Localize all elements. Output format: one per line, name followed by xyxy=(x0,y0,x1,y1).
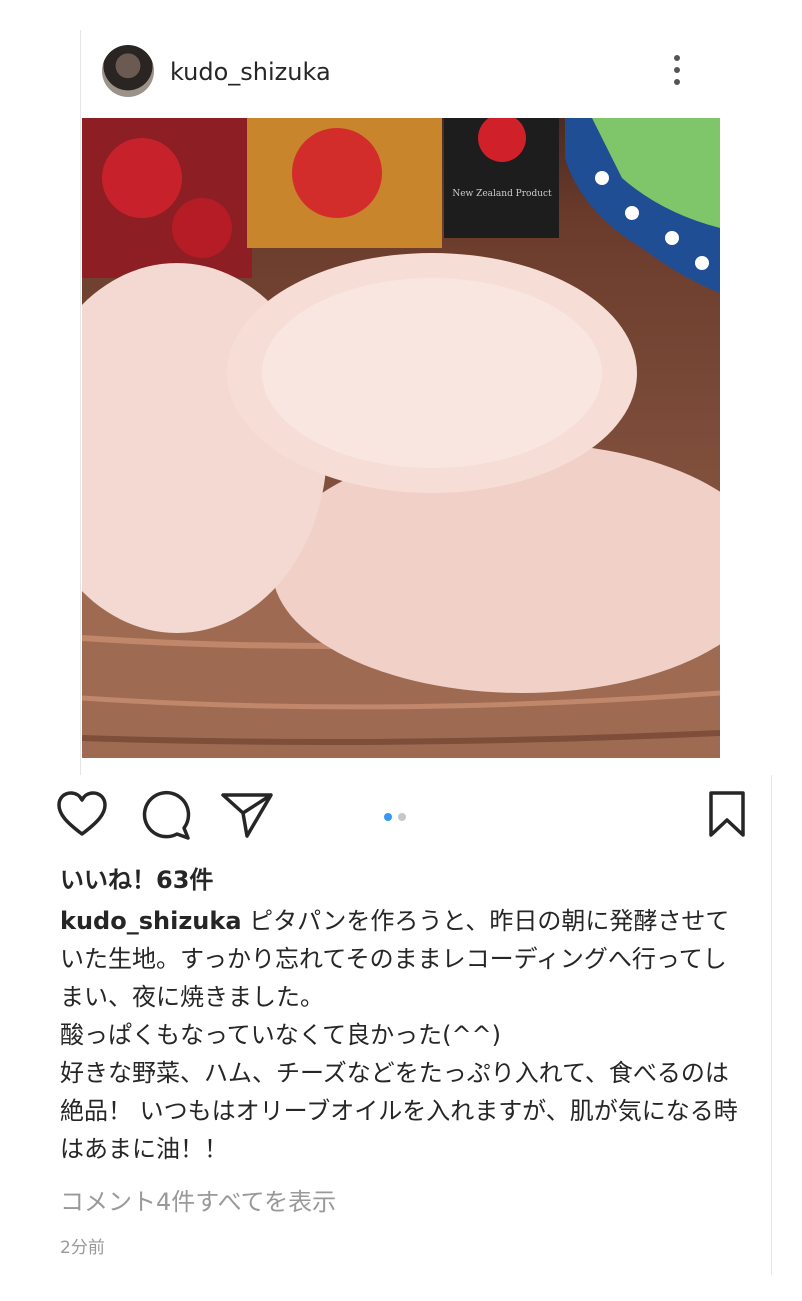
carousel-indicator xyxy=(384,806,412,825)
like-count[interactable]: いいね！63件 xyxy=(60,860,213,895)
post-timestamp: 2分前 xyxy=(60,1238,105,1258)
post-photo[interactable]: New Zealand Product xyxy=(82,118,720,758)
caption-text: ピタパンを作ろうと、昨日の朝に発酵させていた生地。すっかり忘れてそのままレコーデ… xyxy=(60,907,738,1163)
action-bar xyxy=(0,780,802,850)
comment-icon[interactable] xyxy=(140,790,192,842)
card-border-left xyxy=(80,30,81,775)
more-icon[interactable] xyxy=(670,55,684,91)
bottle-label: New Zealand Product xyxy=(452,189,552,199)
heart-icon[interactable] xyxy=(56,790,108,838)
share-icon[interactable] xyxy=(220,790,274,840)
avatar[interactable] xyxy=(102,45,154,97)
card-border-right xyxy=(771,775,772,1275)
bookmark-icon[interactable] xyxy=(706,790,748,838)
post-caption: kudo_shizuka ピタパンを作ろうと、昨日の朝に発酵させていた生地。すっ… xyxy=(60,902,750,1168)
view-comments-link[interactable]: コメント4件すべてを表示 xyxy=(60,1182,336,1217)
carousel-dot-active xyxy=(384,813,392,821)
caption-username[interactable]: kudo_shizuka xyxy=(60,907,242,935)
post-username[interactable]: kudo_shizuka xyxy=(170,58,331,86)
carousel-dot xyxy=(398,813,406,821)
post-header: kudo_shizuka xyxy=(82,30,720,118)
